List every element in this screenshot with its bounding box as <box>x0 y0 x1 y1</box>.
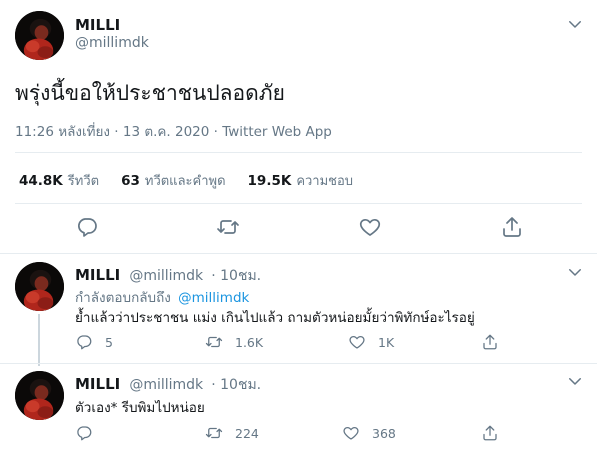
quotes-stat[interactable]: 63 ทวีตและคำพูด <box>121 170 225 191</box>
reply-text: ตัวเอง* รีบพิมไปหน่อย <box>75 400 205 416</box>
retweet-icon[interactable] <box>216 215 240 239</box>
avatar-image <box>15 371 64 420</box>
retweets-stat[interactable]: 44.8K รีทวีต <box>19 170 99 191</box>
retweet-count: 1.6K <box>235 334 264 350</box>
tweet-time[interactable]: · 10ชม. <box>211 377 261 393</box>
replying-prefix: กำลังตอบกลับถึง <box>75 290 171 306</box>
retweet-action[interactable]: 1.6K <box>205 333 263 351</box>
display-name[interactable]: MILLI <box>75 16 120 34</box>
avatar-image <box>15 262 64 311</box>
divider <box>15 203 582 204</box>
retweet-icon <box>205 424 223 442</box>
avatar-image <box>15 11 64 60</box>
reply-header: MILLI @millimdk · 10ชม. <box>75 265 261 287</box>
thread-line <box>38 314 40 366</box>
replying-to: กำลังตอบกลับถึง @millimdk <box>75 286 249 308</box>
user-handle[interactable]: @millimdk <box>75 35 149 51</box>
user-handle[interactable]: @millimdk <box>129 377 203 393</box>
like-icon[interactable] <box>358 215 382 239</box>
avatar[interactable] <box>15 371 64 420</box>
like-action[interactable]: 1K <box>348 333 394 351</box>
retweet-icon <box>205 333 223 351</box>
avatar[interactable] <box>15 11 64 60</box>
retweets-count: 44.8K <box>19 173 63 189</box>
retweet-count: 224 <box>235 425 259 441</box>
likes-label: ความชอบ <box>296 174 354 189</box>
chevron-down-icon[interactable] <box>566 372 584 390</box>
divider <box>0 253 597 254</box>
user-handle[interactable]: @millimdk <box>129 268 203 284</box>
divider <box>15 152 582 153</box>
retweets-label: รีทวีต <box>67 174 100 189</box>
reply-icon[interactable] <box>75 215 99 239</box>
chevron-down-icon[interactable] <box>566 15 584 33</box>
tweet-meta[interactable]: 11:26 หลังเที่ยง · 13 ต.ค. 2020 · Twitte… <box>15 120 332 142</box>
share-icon[interactable] <box>481 424 499 442</box>
like-icon <box>342 424 360 442</box>
mention-link[interactable]: @millimdk <box>178 290 249 306</box>
like-count: 1K <box>378 334 395 350</box>
display-name[interactable]: MILLI <box>75 266 120 284</box>
quotes-label: ทวีตและคำพูด <box>144 174 226 189</box>
quotes-count: 63 <box>121 173 140 189</box>
retweet-action[interactable]: 224 <box>205 424 259 442</box>
display-name[interactable]: MILLI <box>75 375 120 393</box>
reply-count: 5 <box>105 334 113 350</box>
reply-header: MILLI @millimdk · 10ชม. <box>75 374 261 396</box>
tweet-time[interactable]: · 10ชม. <box>211 268 261 284</box>
tweet-stats: 44.8K รีทวีต 63 ทวีตและคำพูด 19.5K ความชอบ <box>19 170 353 191</box>
reply-text: ย้ำแล้วว่าประชาชน แม่ง เกินไปแล้ว ถามตัว… <box>75 310 475 326</box>
reply-icon <box>75 333 93 351</box>
reply-action[interactable]: 5 <box>75 333 113 351</box>
like-action[interactable]: 368 <box>342 424 396 442</box>
divider <box>0 363 597 364</box>
reply-action[interactable] <box>75 424 105 442</box>
avatar[interactable] <box>15 262 64 311</box>
chevron-down-icon[interactable] <box>566 263 584 281</box>
like-icon <box>348 333 366 351</box>
share-icon[interactable] <box>500 215 524 239</box>
like-count: 368 <box>372 425 396 441</box>
share-icon[interactable] <box>481 333 499 351</box>
tweet-text: พรุ่งนี้ขอให้ประชาชนปลอดภัย <box>15 81 285 105</box>
reply-icon <box>75 424 93 442</box>
likes-stat[interactable]: 19.5K ความชอบ <box>248 170 354 191</box>
likes-count: 19.5K <box>247 173 292 189</box>
